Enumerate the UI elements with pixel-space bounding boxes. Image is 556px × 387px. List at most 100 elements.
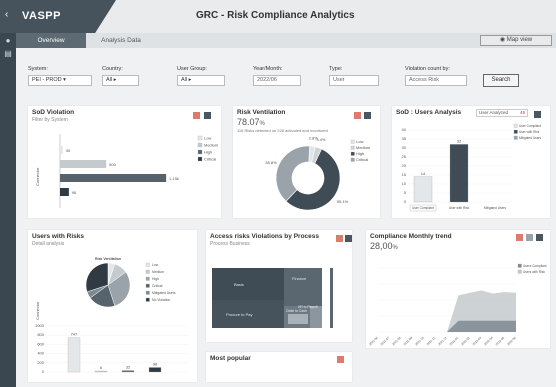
treemap-tile-minor[interactable] [288, 314, 308, 324]
user-icon[interactable]: ● [3, 36, 13, 46]
users-pie-legend-swatch [145, 290, 150, 295]
system-value: PEI - PROD [32, 77, 62, 83]
treemap-tile-basis[interactable] [212, 268, 284, 300]
users-category-label: Mitigated Users [484, 206, 507, 210]
users-pie-legend-swatch [145, 283, 150, 288]
user-group-value: All [181, 77, 188, 83]
sod-bar [60, 160, 107, 168]
donut-slice-label: 55.1% [337, 199, 349, 204]
risk-bar-label: 32 [126, 365, 131, 370]
tile-label-procure: Procure to Pay [226, 312, 252, 317]
violation-count-input[interactable]: Access Risk [405, 75, 467, 86]
risk-bars-ytick: 800 [37, 332, 44, 337]
trend-legend-swatch [517, 263, 522, 268]
year-month-input[interactable]: 2022/06 [253, 75, 301, 86]
sod-bar-label: 500 [109, 162, 116, 167]
risk-ventilation-card: Risk Ventilation 78.07% 116 Risks detect… [233, 106, 380, 218]
donut-slice-label: 38.8% [265, 160, 277, 165]
sod-bar [60, 188, 69, 196]
users-legend-label: User with Risk [519, 130, 540, 134]
risk-ventilation-chart: 2.8%3.4%55.1%38.8% LowMediumHighCritical [265, 135, 371, 211]
users-pie-legend-label: No Violation [152, 298, 170, 302]
filter-bar: System: PEI - PROD ▾ Country: All ▸ User… [16, 48, 556, 98]
document-icon[interactable]: ▤ [3, 49, 13, 59]
sod-legend-swatch [197, 156, 203, 162]
users-ytick: 30 [402, 145, 407, 150]
risk-bar [121, 370, 135, 373]
trend-xtick: 2022-03 [472, 336, 483, 347]
trend-xtick: 2022-06 [506, 336, 517, 347]
system-label: System: [28, 66, 48, 72]
donut-legend-swatch [350, 157, 355, 162]
users-ytick: 20 [402, 163, 407, 168]
donut-legend-swatch [350, 151, 355, 156]
trend-xtick: 2021-06 [368, 336, 379, 347]
risk-bar-label: 747 [71, 332, 78, 337]
users-legend-swatch [513, 129, 518, 134]
compliance-card: Compliance Monthly trend 28,00% 2021-06 2… [366, 230, 550, 348]
risk-bars-ytick: 1000 [35, 323, 45, 328]
trend-xtick: 2022-04 [483, 336, 494, 347]
trend-xtick: 2021-11 [426, 336, 437, 347]
sod-legend-label: Medium [204, 143, 219, 148]
sod-connector-axis-label: Connector [35, 167, 40, 186]
tile-label-order: Order to Cash [286, 309, 307, 313]
donut-legend-label: High [356, 151, 364, 156]
users-with-risks-chart: Risk Ventilation Low Medium High Critical Mi… [35, 257, 188, 374]
users-bar [449, 144, 469, 203]
trend-area [378, 320, 516, 332]
most-popular-title: Most popular [210, 355, 251, 362]
tile-label-basis: Basis [234, 282, 244, 287]
users-pie-legend-label: Medium [152, 270, 164, 274]
most-popular-card: Most popular [206, 352, 352, 382]
page-title: GRC - Risk Compliance Analytics [196, 10, 355, 21]
trend-legend-label: Users Compliant [523, 264, 547, 268]
trend-legend-label: Users with Risk [523, 270, 545, 274]
export-icon[interactable] [337, 356, 344, 363]
risk-bar-label: 98 [153, 361, 158, 366]
sidebar: ● ▤ [0, 33, 16, 387]
tab-analysis-data[interactable]: Analysis Data [86, 33, 156, 48]
users-category-label: User with Risk [449, 206, 470, 210]
search-button[interactable]: Search [483, 74, 519, 87]
type-input[interactable]: User [329, 75, 379, 86]
user-group-select[interactable]: All ▸ [177, 75, 225, 86]
globe-icon: ◉ [499, 37, 507, 43]
trend-xtick: 2022-02 [460, 336, 471, 347]
tile-label-hr: HR to Payroll [298, 305, 318, 309]
trend-xtick: 2022-01 [449, 336, 460, 347]
users-pie-legend-label: Low [152, 263, 159, 267]
sod-bar [60, 146, 63, 154]
treemap-tile-hr[interactable] [310, 306, 322, 328]
user-group-label: User Group: [177, 66, 207, 72]
map-view-button[interactable]: ◉ Map view [480, 35, 552, 46]
sod-bar [60, 174, 167, 182]
access-risks-card: Access risks Violations by Process Proce… [206, 230, 352, 342]
system-select[interactable]: PEI - PROD ▾ [28, 75, 92, 86]
type-label: Type: [329, 66, 343, 72]
logo: VASPP [22, 10, 61, 22]
risk-bar [94, 370, 108, 373]
treemap-tile-finance[interactable] [284, 268, 322, 306]
donut-legend-swatch [350, 139, 355, 144]
trend-xtick: 2021-10 [414, 336, 425, 347]
back-icon[interactable]: ‹ [5, 9, 8, 20]
donut-legend-label: Low [356, 139, 363, 144]
sod-bar-label: 30 [66, 148, 71, 153]
users-pie-legend-label: Critical [152, 284, 163, 288]
sod-legend-swatch [197, 142, 203, 148]
country-select[interactable]: All ▸ [102, 75, 139, 86]
trend-xtick: 2021-07 [380, 336, 391, 347]
users-ytick: 10 [402, 181, 407, 186]
users-bar-label: 14 [421, 171, 426, 176]
donut-legend-swatch [350, 145, 355, 150]
users-pie-legend-swatch [145, 269, 150, 274]
sod-violation-card: SoD Violation Filter by System Connector… [28, 106, 221, 218]
tab-overview[interactable]: Overview [16, 33, 86, 48]
violation-count-label: Violation count by: [405, 66, 450, 72]
treemap-chart: Basis Procure to Pay Finance Order to Ca… [212, 268, 333, 328]
map-view-label: Map view [506, 37, 533, 43]
sod-legend-label: Low [204, 136, 211, 141]
tile-label-finance: Finance [292, 276, 307, 281]
trend-xtick: 2021-08 [391, 336, 402, 347]
